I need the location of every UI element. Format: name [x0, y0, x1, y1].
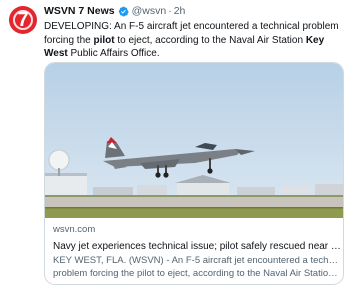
card-description-line1: KEY WEST, FLA. (WSVN) - An F-5 aircraft … [53, 255, 341, 266]
tweet-header: WSVN 7 News @wsvn · 2h [44, 5, 346, 18]
tweet-content: WSVN 7 News @wsvn · 2h DEVELOPING: An F-… [44, 5, 346, 285]
author-name[interactable]: WSVN 7 News [44, 5, 115, 18]
card-description-line2: problem forcing the pilot to eject, acco… [53, 267, 341, 279]
avatar-logo: 7 [17, 9, 29, 31]
card-domain[interactable]: wsvn.com [53, 224, 341, 236]
card-body: wsvn.com Navy jet experiences technical … [53, 224, 341, 280]
tweet-text: DEVELOPING: An F-5 aircraft jet encounte… [44, 20, 340, 61]
tweet-text-part2: to eject, according to the Naval Air Sta… [114, 34, 306, 46]
card-description: KEY WEST, FLA. (WSVN) - An F-5 aircraft … [53, 255, 341, 280]
author-handle[interactable]: @wsvn [132, 5, 167, 18]
separator-dot: · [168, 5, 172, 17]
link-card[interactable]: wsvn.com Navy jet experiences technical … [44, 62, 344, 285]
tweet-text-bold-pilot: pilot [93, 34, 115, 46]
card-title[interactable]: Navy jet experiences technical issue; pi… [53, 240, 341, 253]
tweet-text-part3: Public Affairs Office. [67, 48, 160, 59]
avatar-wsvn[interactable]: 7 [9, 6, 37, 34]
tweet-timestamp[interactable]: 2h [174, 5, 186, 18]
verified-badge-icon [118, 6, 129, 17]
card-image[interactable] [45, 63, 344, 218]
